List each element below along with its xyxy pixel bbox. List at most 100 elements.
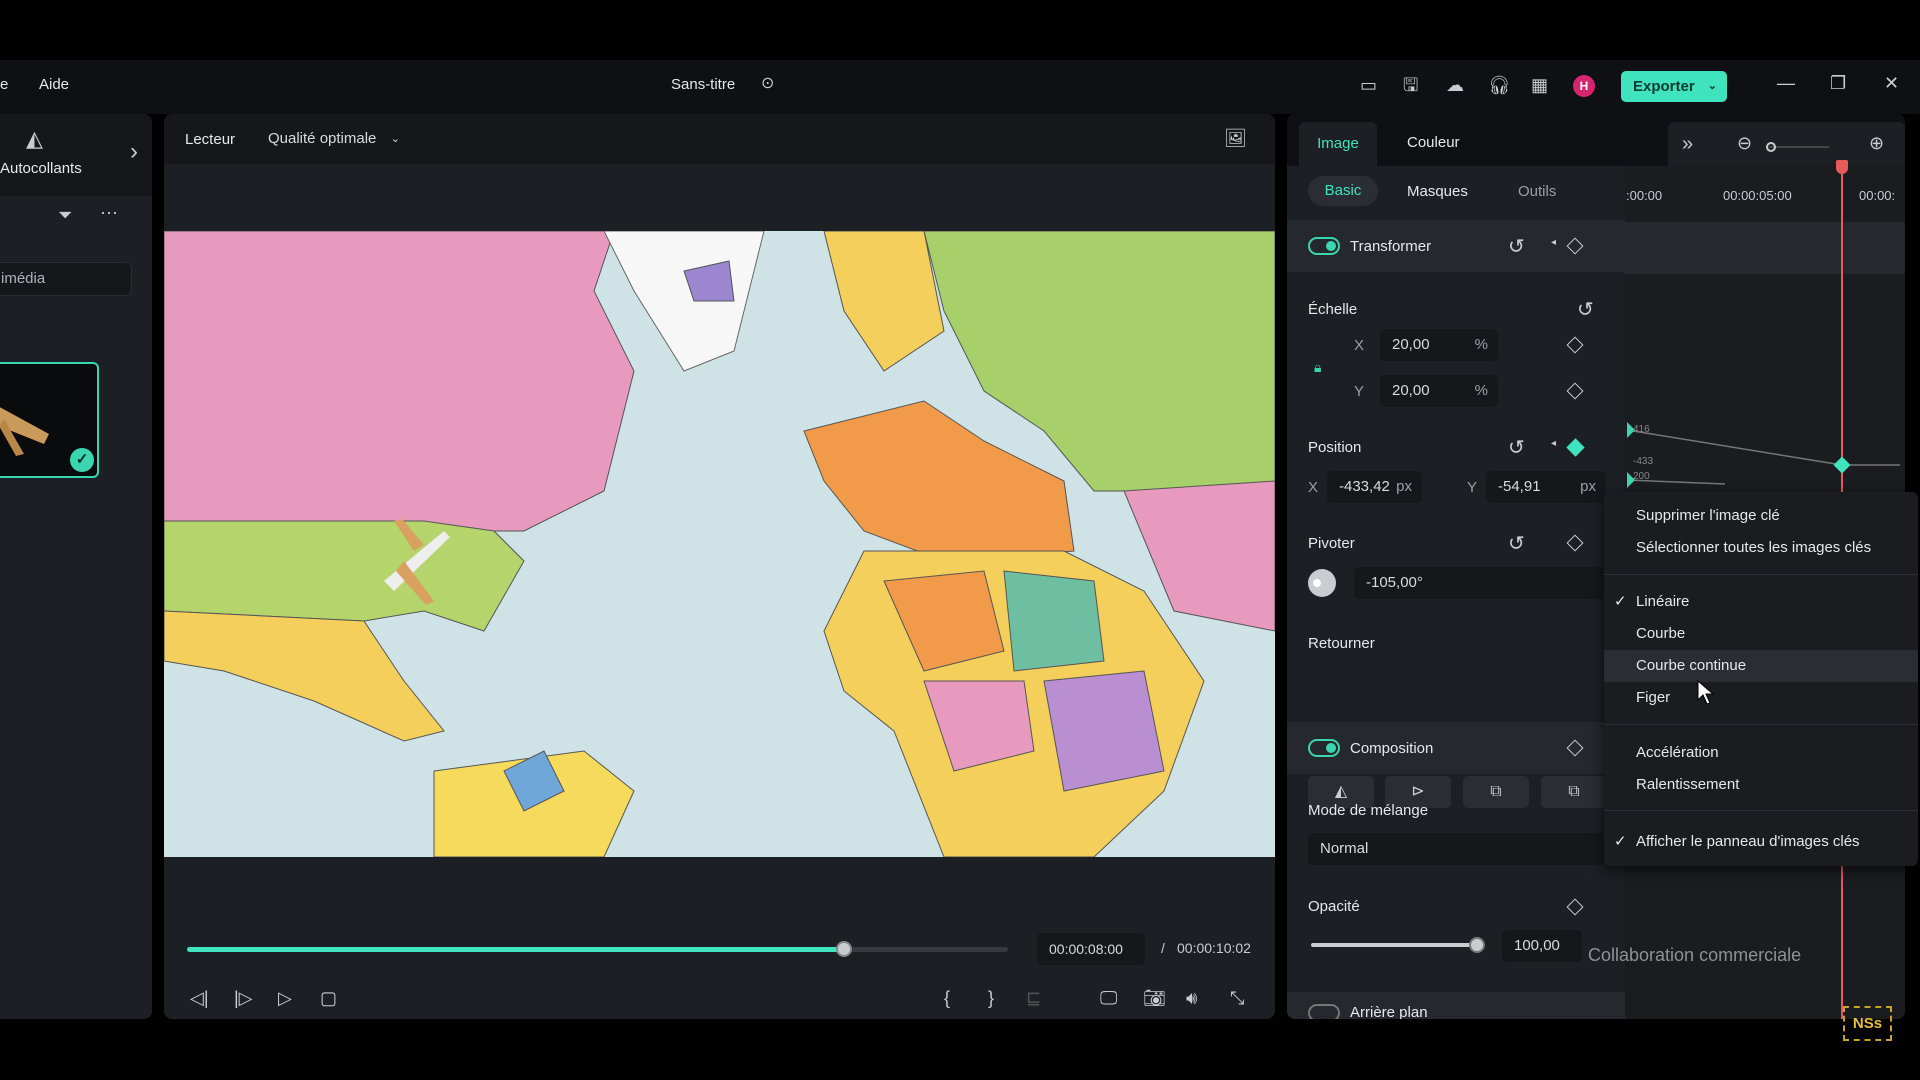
play-icon[interactable]: ▷ bbox=[278, 989, 292, 1007]
scale-y-input[interactable]: 20,00% bbox=[1380, 375, 1498, 407]
menu-item-curve[interactable]: Courbe bbox=[1604, 618, 1918, 650]
scale-x-label: X bbox=[1354, 337, 1365, 354]
stickers-tab-label[interactable]: Autocollants bbox=[0, 160, 82, 177]
current-time-field[interactable]: 00:00:08:00 bbox=[1037, 933, 1145, 965]
mark-in-icon[interactable]: { bbox=[944, 989, 950, 1007]
previous-keyframe-icon[interactable]: ◂ bbox=[1551, 238, 1556, 248]
transform-toggle[interactable] bbox=[1308, 237, 1340, 255]
keyframe-icon[interactable] bbox=[1566, 898, 1584, 916]
search-input[interactable]: imédia bbox=[0, 262, 132, 296]
collapse-double-chevron-icon[interactable]: » bbox=[1682, 134, 1693, 154]
menu-item-ease-out[interactable]: Ralentissement bbox=[1604, 769, 1918, 801]
close-icon[interactable]: ✕ bbox=[1884, 74, 1899, 92]
subtab-masks[interactable]: Masques bbox=[1407, 183, 1468, 200]
previous-frame-icon[interactable]: ◁| bbox=[190, 989, 209, 1007]
position-x-input[interactable]: -433,42 px bbox=[1327, 471, 1422, 503]
rotate-counterclockwise-button[interactable]: ⧉ bbox=[1541, 776, 1607, 808]
menu-item-show-keyframe-panel[interactable]: ✓ Afficher le panneau d'images clés bbox=[1604, 826, 1918, 858]
menu-item-label: Accélération bbox=[1636, 744, 1719, 761]
apps-grid-icon[interactable]: ▦ bbox=[1531, 76, 1548, 94]
menu-item-ease-in[interactable]: Accélération bbox=[1604, 737, 1918, 769]
blend-mode-dropdown[interactable]: Normal⌄ bbox=[1308, 833, 1625, 865]
progress-handle[interactable] bbox=[835, 941, 852, 957]
chevron-right-icon[interactable]: › bbox=[130, 140, 138, 164]
rotation-input[interactable]: -105,00° bbox=[1354, 567, 1625, 599]
stop-icon[interactable]: ▢ bbox=[320, 989, 337, 1007]
background-label: Arrière plan bbox=[1350, 1004, 1428, 1019]
fullscreen-icon[interactable]: ⤡ bbox=[1230, 989, 1244, 1007]
menu-item-freeze[interactable]: Figer bbox=[1604, 682, 1918, 714]
camera-icon[interactable]: 📷︎ bbox=[1143, 989, 1166, 1007]
reset-icon[interactable]: ↺ bbox=[1508, 435, 1525, 460]
previous-keyframe-icon[interactable]: ◂ bbox=[1551, 439, 1556, 449]
rotate-clockwise-button[interactable]: ⧉ bbox=[1463, 776, 1529, 808]
filter-icon[interactable]: ⏷ bbox=[58, 206, 72, 224]
layout-icon[interactable]: ▭ bbox=[1360, 76, 1377, 94]
airplane-sticker[interactable] bbox=[374, 511, 454, 611]
next-frame-icon[interactable]: |▷ bbox=[234, 989, 253, 1007]
menu-item-continuous-curve[interactable]: Courbe continue bbox=[1604, 650, 1918, 682]
px-unit: px bbox=[1396, 478, 1412, 495]
volume-icon[interactable]: 🔊︎ bbox=[1186, 989, 1197, 1007]
headset-icon[interactable]: 🎧︎ bbox=[1488, 76, 1511, 94]
subtab-tools[interactable]: Outils bbox=[1518, 183, 1560, 200]
snapshot-view-icon[interactable]: 🖼︎ bbox=[1224, 129, 1247, 147]
rotation-dial[interactable] bbox=[1308, 569, 1336, 597]
saved-check-icon: ⊙ bbox=[761, 75, 775, 92]
avatar[interactable]: H bbox=[1573, 75, 1595, 97]
chevron-down-icon: ⌄ bbox=[1707, 80, 1717, 92]
opacity-input[interactable]: 100,00 bbox=[1502, 930, 1582, 962]
airplane-sticker-thumbnail[interactable]: ✓ bbox=[0, 362, 99, 478]
rotate-label: Pivoter bbox=[1308, 535, 1355, 552]
menu-item-partial[interactable]: e bbox=[0, 76, 8, 93]
sticker-icon[interactable]: ◭ bbox=[26, 128, 43, 150]
menu-item-label: Ralentissement bbox=[1636, 776, 1740, 793]
graph-label: 200 bbox=[1633, 471, 1650, 482]
scale-x-input[interactable]: 20,00% bbox=[1380, 329, 1498, 361]
tab-image[interactable]: Image bbox=[1299, 122, 1377, 166]
subtab-basic[interactable]: Basic bbox=[1308, 176, 1378, 206]
insert-clip-icon[interactable]: ⊑ bbox=[1026, 989, 1041, 1007]
reset-icon[interactable]: ↺ bbox=[1577, 297, 1594, 322]
position-x-value: -433,42 bbox=[1339, 478, 1390, 495]
minimize-icon[interactable]: — bbox=[1777, 74, 1795, 92]
lock-icon[interactable]: 🔒︎ bbox=[1314, 360, 1321, 374]
quality-dropdown[interactable]: Qualité optimale ⌄ bbox=[260, 122, 410, 156]
menu-item-label: Figer bbox=[1636, 689, 1671, 706]
zoom-in-icon[interactable]: ⊕ bbox=[1869, 134, 1884, 152]
save-icon[interactable]: 🖫 bbox=[1403, 76, 1418, 94]
keyframe-icon[interactable] bbox=[1566, 382, 1584, 400]
keyframe-icon[interactable] bbox=[1566, 336, 1584, 354]
playback-progress-bar[interactable] bbox=[187, 941, 1008, 957]
display-settings-icon[interactable]: 🖵 bbox=[1100, 989, 1117, 1007]
zoom-out-icon[interactable]: ⊖ bbox=[1737, 134, 1752, 152]
menu-item-help[interactable]: Aide bbox=[39, 76, 69, 93]
video-preview[interactable] bbox=[164, 231, 1275, 857]
cloud-upload-icon[interactable]: ☁ bbox=[1446, 76, 1464, 94]
composition-toggle[interactable] bbox=[1308, 739, 1340, 757]
position-y-input[interactable]: -54,91 px bbox=[1486, 471, 1606, 503]
tab-color[interactable]: Couleur bbox=[1407, 134, 1460, 151]
scale-y-label: Y bbox=[1354, 383, 1365, 400]
export-button[interactable]: Exporter ⌄ bbox=[1621, 71, 1727, 102]
menu-item-select-all-keyframes[interactable]: Sélectionner toutes les images clés bbox=[1604, 532, 1918, 564]
quality-value: Qualité optimale bbox=[268, 130, 377, 147]
active-keyframe-icon[interactable] bbox=[1566, 438, 1585, 457]
mark-out-icon[interactable]: } bbox=[988, 989, 994, 1007]
menu-item-label: Linéaire bbox=[1636, 593, 1690, 610]
opacity-slider[interactable] bbox=[1311, 937, 1485, 953]
background-toggle[interactable] bbox=[1308, 1004, 1340, 1019]
reset-icon[interactable]: ↺ bbox=[1508, 531, 1525, 556]
playhead-handle[interactable] bbox=[1836, 160, 1848, 174]
restore-icon[interactable]: ❐ bbox=[1830, 74, 1846, 92]
opacity-slider-handle[interactable] bbox=[1469, 937, 1485, 953]
keyframe-icon[interactable] bbox=[1566, 534, 1584, 552]
more-icon[interactable]: ⋯ bbox=[100, 204, 118, 222]
selected-check-icon: ✓ bbox=[70, 448, 94, 472]
menu-item-linear[interactable]: ✓ Linéaire bbox=[1604, 586, 1918, 618]
graph-label: -433 bbox=[1633, 456, 1654, 467]
menu-item-delete-keyframe[interactable]: Supprimer l'image clé bbox=[1604, 500, 1918, 532]
timeline-zoom-slider[interactable] bbox=[1766, 142, 1829, 152]
reset-icon[interactable]: ↺ bbox=[1508, 234, 1525, 259]
scale-y-value: 20,00 bbox=[1392, 382, 1430, 399]
